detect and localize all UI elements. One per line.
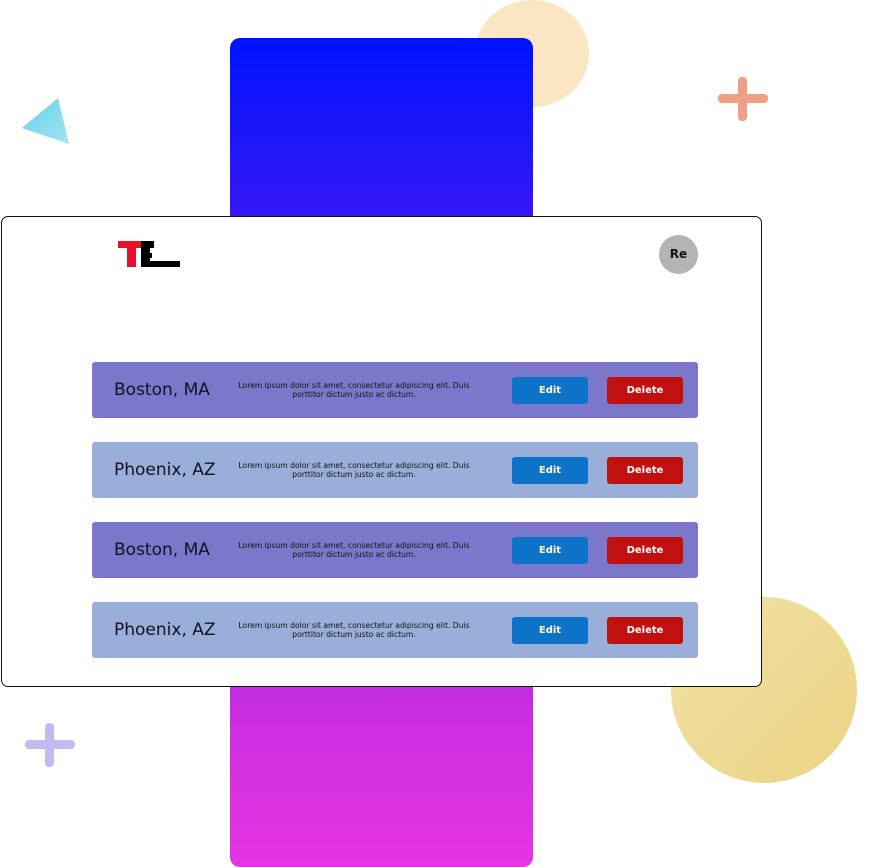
logo[interactable] bbox=[118, 241, 180, 267]
city-name: Boston, MA bbox=[114, 380, 210, 400]
item-description: Lorem ipsum dolor sit amet, consectetur … bbox=[238, 461, 470, 479]
city-name: Boston, MA bbox=[114, 540, 210, 560]
location-list: Boston, MA Lorem ipsum dolor sit amet, c… bbox=[92, 362, 698, 682]
stage: Re Boston, MA Lorem ipsum dolor sit amet… bbox=[0, 0, 884, 867]
edit-button[interactable]: Edit bbox=[512, 377, 588, 404]
delete-button[interactable]: Delete bbox=[607, 457, 683, 484]
item-description: Lorem ipsum dolor sit amet, consectetur … bbox=[238, 541, 470, 559]
decorative-plus-icon bbox=[25, 723, 75, 767]
city-name: Phoenix, AZ bbox=[114, 460, 216, 480]
item-description: Lorem ipsum dolor sit amet, consectetur … bbox=[238, 621, 470, 639]
app-window: Re Boston, MA Lorem ipsum dolor sit amet… bbox=[1, 216, 762, 687]
item-description: Lorem ipsum dolor sit amet, consectetur … bbox=[238, 381, 470, 399]
decorative-triangle-icon bbox=[22, 98, 69, 144]
edit-button[interactable]: Edit bbox=[512, 537, 588, 564]
edit-button[interactable]: Edit bbox=[512, 457, 588, 484]
edit-button[interactable]: Edit bbox=[512, 617, 588, 644]
avatar[interactable]: Re bbox=[659, 235, 698, 274]
delete-button[interactable]: Delete bbox=[607, 377, 683, 404]
list-item: Phoenix, AZ Lorem ipsum dolor sit amet, … bbox=[92, 442, 698, 498]
delete-button[interactable]: Delete bbox=[607, 537, 683, 564]
delete-button[interactable]: Delete bbox=[607, 617, 683, 644]
city-name: Phoenix, AZ bbox=[114, 620, 216, 640]
decorative-plus-icon bbox=[718, 77, 768, 121]
list-item: Boston, MA Lorem ipsum dolor sit amet, c… bbox=[92, 522, 698, 578]
list-item: Boston, MA Lorem ipsum dolor sit amet, c… bbox=[92, 362, 698, 418]
list-item: Phoenix, AZ Lorem ipsum dolor sit amet, … bbox=[92, 602, 698, 658]
